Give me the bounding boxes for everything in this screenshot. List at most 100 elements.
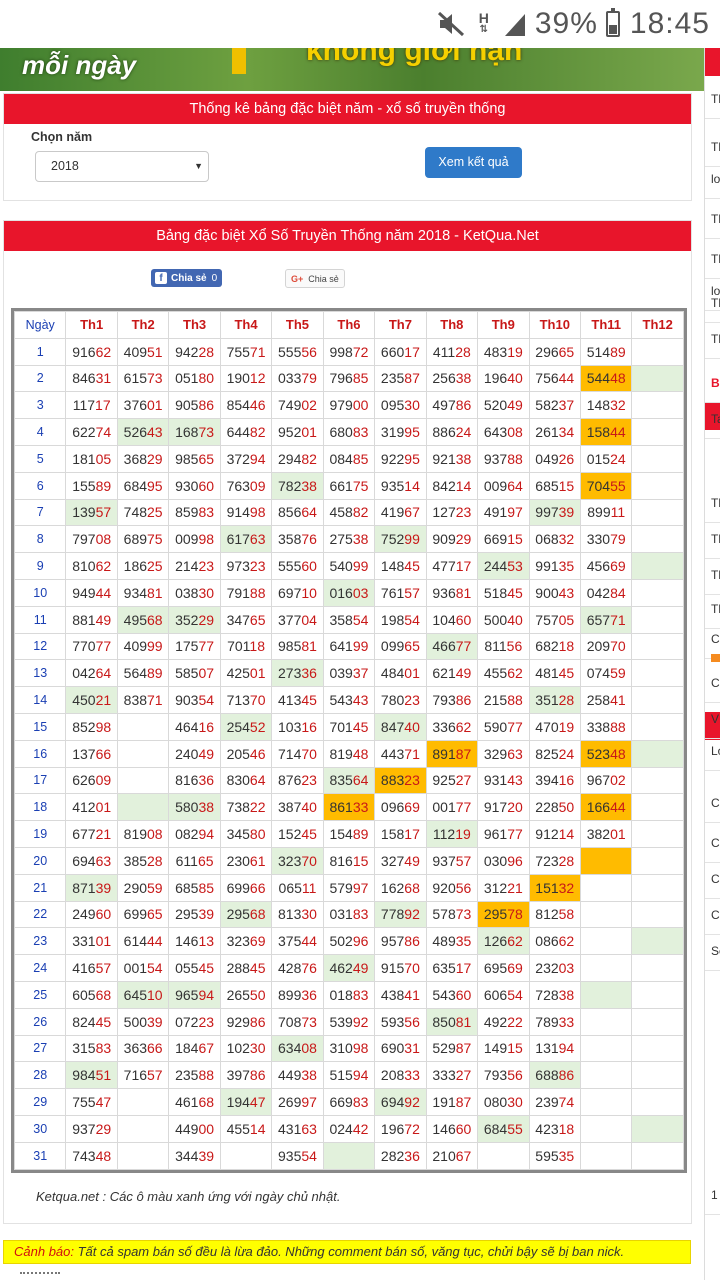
- result-cell: [116, 739, 170, 768]
- year-label: Chọn năm: [31, 130, 93, 144]
- sidebar-link[interactable]: Th: [711, 296, 720, 310]
- sidebar-link[interactable]: Th: [711, 252, 720, 266]
- result-cell: 54099: [322, 552, 376, 580]
- result-cell: [579, 1007, 633, 1036]
- sidebar-link[interactable]: Th: [711, 212, 720, 226]
- day-number: 15: [13, 712, 67, 741]
- result-cell: 26997: [271, 1088, 324, 1116]
- result-cell: 20546: [219, 739, 273, 768]
- result-cell: 40999: [116, 632, 170, 661]
- result-cell: 71370: [219, 686, 273, 714]
- result-cell: 83564: [322, 766, 376, 795]
- sidebar-link[interactable]: Th: [711, 532, 720, 546]
- result-cell: [631, 391, 684, 420]
- result-cell: 98565: [168, 444, 221, 473]
- banner-text-right: không giới hạn: [306, 48, 523, 67]
- result-cell: 93143: [477, 766, 530, 795]
- sidebar-divider: [705, 558, 720, 559]
- result-cell: 07223: [168, 1007, 221, 1036]
- result-cell: 88323: [374, 766, 427, 795]
- year-select[interactable]: 2018 ▼: [35, 151, 209, 182]
- sidebar-link[interactable]: Ba: [711, 376, 720, 390]
- result-cell: 76157: [374, 578, 427, 607]
- result-cell: 99872: [322, 337, 376, 366]
- day-number: 8: [13, 525, 67, 554]
- sidebar-link[interactable]: Cl: [711, 908, 720, 922]
- result-cell: 41345: [271, 686, 324, 714]
- view-results-button[interactable]: Xem kết quả: [425, 147, 522, 178]
- result-cell: 96594: [168, 980, 221, 1009]
- sidebar-link[interactable]: Cá: [711, 676, 720, 690]
- result-cell: 91570: [374, 954, 427, 982]
- result-cell: 14660: [425, 1114, 479, 1143]
- result-cell: 24049: [168, 739, 221, 768]
- day-number: 13: [13, 659, 67, 688]
- sidebar-link[interactable]: Cl: [711, 872, 720, 886]
- clock: 18:45: [629, 7, 710, 40]
- sidebar-link[interactable]: Th: [711, 496, 720, 510]
- table-row: 28 98451 71657 23588 39786 44938 51594 20833 333…: [13, 1061, 684, 1090]
- battery-percent: 39%: [534, 7, 598, 40]
- sidebar-link[interactable]: Cá: [711, 632, 720, 646]
- result-cell: 12662: [477, 927, 530, 956]
- signal-icon: [503, 12, 527, 36]
- result-cell: 76309: [219, 471, 273, 500]
- column-header-th11: Th11: [579, 311, 633, 339]
- day-number: 23: [13, 927, 67, 956]
- promo-banner[interactable]: mỗi ngày không giới hạn: [0, 48, 705, 91]
- result-cell: 60568: [65, 980, 118, 1009]
- sidebar-link[interactable]: Lo: [711, 744, 720, 758]
- result-cell: 15489: [322, 820, 376, 848]
- result-cell: 13957: [65, 498, 118, 527]
- result-cell: [631, 846, 684, 875]
- sidebar-link[interactable]: V: [711, 712, 719, 726]
- day-number: 17: [13, 766, 67, 795]
- sidebar-link[interactable]: Sc: [711, 944, 720, 958]
- result-cell: [579, 900, 633, 929]
- result-cell: 59356: [374, 1007, 427, 1036]
- sidebar-link[interactable]: Cl: [711, 796, 720, 810]
- result-cell: 03379: [271, 364, 324, 393]
- result-cell: [579, 1114, 633, 1143]
- result-cell: 78023: [374, 686, 427, 714]
- sidebar-link[interactable]: Th: [711, 92, 720, 106]
- sidebar-link[interactable]: lo: [711, 172, 720, 186]
- sidebar-link[interactable]: Cl: [711, 836, 720, 850]
- result-cell: 26134: [528, 418, 581, 446]
- sidebar-divider: [705, 238, 720, 239]
- result-cell: 93788: [477, 444, 530, 473]
- result-cell: 10230: [219, 1034, 273, 1063]
- result-cell: 52643: [116, 418, 170, 446]
- result-cell: 84214: [425, 471, 479, 500]
- result-cell: 81948: [322, 739, 376, 768]
- result-cell: 33327: [425, 1061, 479, 1090]
- sidebar-link[interactable]: Ta: [711, 412, 720, 426]
- column-header-th8: Th8: [425, 311, 479, 339]
- result-cell: [631, 980, 684, 1009]
- result-cell: 54448: [579, 364, 633, 393]
- result-cell: 19187: [425, 1088, 479, 1116]
- result-cell: [631, 632, 684, 661]
- result-cell: 57873: [425, 900, 479, 929]
- sidebar-link[interactable]: Th: [711, 140, 720, 154]
- result-cell: 32963: [477, 739, 530, 768]
- banner-text-left: mỗi ngày: [22, 50, 137, 80]
- result-cell: 57997: [322, 873, 376, 902]
- result-cell: 49222: [477, 1007, 530, 1036]
- sidebar-link[interactable]: Th: [711, 332, 720, 346]
- day-number: 28: [13, 1061, 67, 1090]
- result-cell: 74902: [271, 391, 324, 420]
- google-plus-share-button[interactable]: G+ Chia sẻ: [285, 269, 345, 288]
- result-cell: 34580: [219, 820, 273, 848]
- result-cell: [116, 766, 170, 795]
- sidebar-link[interactable]: Th: [711, 568, 720, 582]
- day-number: 30: [13, 1114, 67, 1143]
- result-cell: 36366: [116, 1034, 170, 1063]
- result-cell: 28845: [219, 954, 273, 982]
- result-cell: 61444: [116, 927, 170, 956]
- result-cell: 37294: [219, 444, 273, 473]
- sidebar-divider: [705, 118, 720, 119]
- facebook-share-button[interactable]: f Chia sẻ 0: [151, 269, 222, 287]
- sidebar-link[interactable]: Th: [711, 602, 720, 616]
- sidebar-link[interactable]: 1: [711, 1188, 718, 1202]
